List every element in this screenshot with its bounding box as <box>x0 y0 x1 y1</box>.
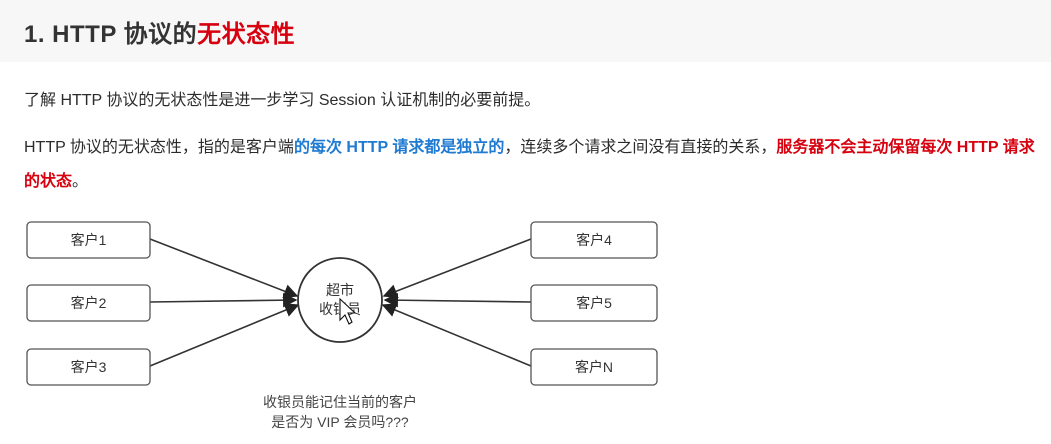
cashier-label-line1: 超市 <box>326 282 354 298</box>
arrow-client4 <box>382 238 532 299</box>
arrow-client1 <box>149 238 299 299</box>
client-label-1: 客户1 <box>71 232 107 248</box>
arrow-client3 <box>149 303 300 367</box>
client-label-3: 客户3 <box>71 359 107 375</box>
stateless-diagram: 客户1 客户2 客户3 客户4 客户5 客户N 超市 收银员 收银员能记住当前的… <box>26 221 658 430</box>
arrow-clientn <box>381 303 532 367</box>
arrow-client5 <box>383 292 532 308</box>
arrow-client2 <box>149 292 298 308</box>
diagram-caption-line2: 是否为 VIP 会员吗??? <box>271 414 409 430</box>
client-label-5: 客户5 <box>576 295 612 311</box>
client-label-4: 客户4 <box>576 232 612 248</box>
client-label-n: 客户N <box>575 359 613 375</box>
left-clients: 客户1 客户2 客户3 <box>26 221 151 386</box>
diagram-caption-line1: 收银员能记住当前的客户 <box>263 394 417 410</box>
client-label-2: 客户2 <box>71 295 107 311</box>
right-clients: 客户4 客户5 客户N <box>530 221 658 386</box>
